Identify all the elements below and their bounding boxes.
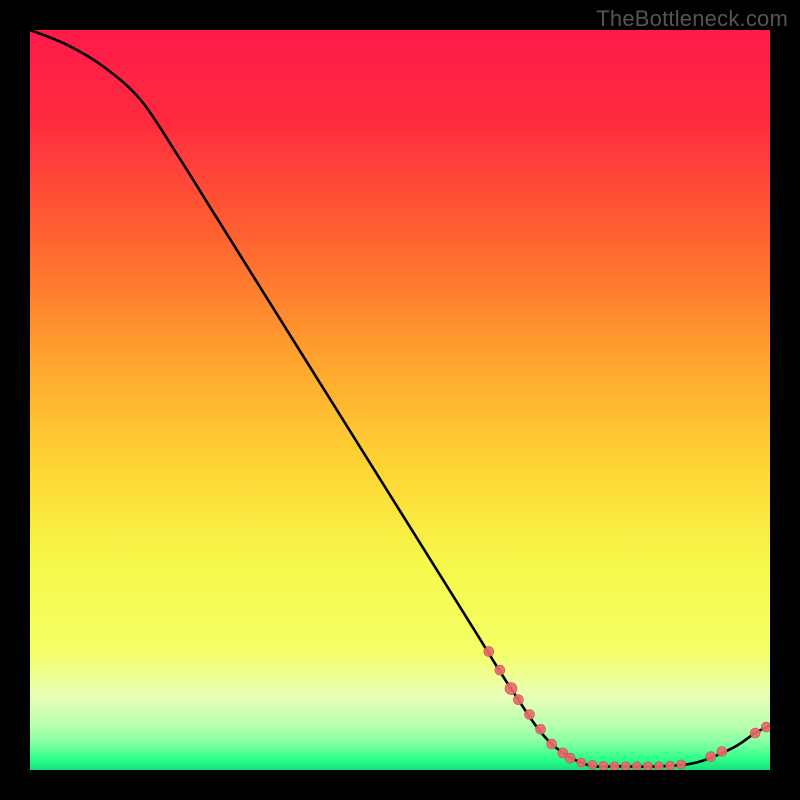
data-marker (655, 762, 664, 770)
data-marker (706, 752, 716, 762)
data-marker (717, 747, 727, 757)
data-marker (750, 728, 760, 738)
data-marker (547, 739, 557, 749)
data-marker (577, 758, 586, 767)
watermark-text: TheBottleneck.com (596, 6, 788, 32)
data-marker (525, 710, 535, 720)
data-marker (536, 724, 546, 734)
data-marker (505, 683, 517, 695)
chart-svg (30, 30, 770, 770)
data-marker (484, 647, 494, 657)
data-marker (643, 762, 652, 770)
data-marker (621, 762, 630, 770)
data-marker (495, 665, 505, 675)
data-marker (677, 760, 686, 769)
data-marker (610, 762, 619, 770)
data-marker (599, 761, 608, 770)
data-marker (666, 761, 675, 770)
plot-area (30, 30, 770, 770)
data-marker (565, 753, 575, 763)
gradient-background (30, 30, 770, 770)
data-marker (588, 760, 597, 769)
chart-container: TheBottleneck.com (0, 0, 800, 800)
data-marker (761, 722, 770, 732)
data-marker (632, 762, 641, 770)
data-marker (513, 695, 523, 705)
